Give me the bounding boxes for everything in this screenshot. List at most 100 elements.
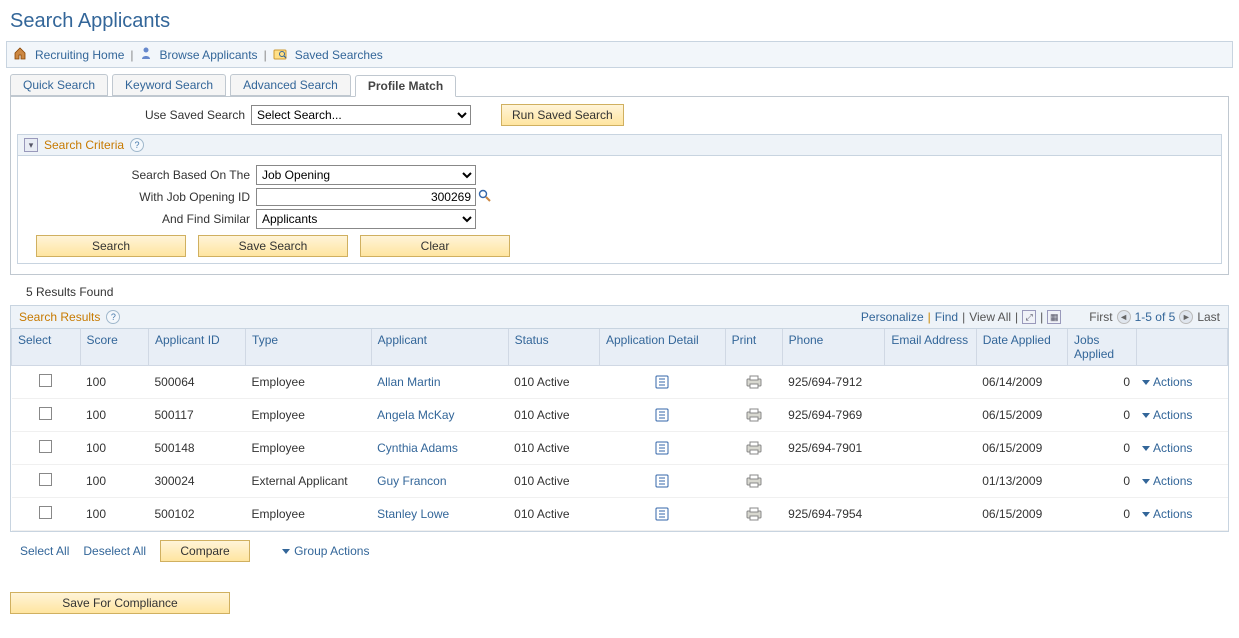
nav-recruiting-home[interactable]: Recruiting Home — [35, 48, 124, 62]
application-detail-icon[interactable] — [654, 440, 670, 454]
tab-keyword-search[interactable]: Keyword Search — [112, 74, 226, 96]
col-phone[interactable]: Phone — [782, 329, 885, 366]
col-applicant-id[interactable]: Applicant ID — [149, 329, 246, 366]
run-saved-search-button[interactable]: Run Saved Search — [501, 104, 624, 126]
application-detail-icon[interactable] — [654, 506, 670, 520]
print-icon[interactable] — [745, 440, 763, 454]
cell-status: 010 Active — [508, 366, 599, 399]
table-row: 100500102EmployeeStanley Lowe010 Active9… — [12, 498, 1228, 531]
col-select[interactable]: Select — [12, 329, 81, 366]
based-on-select[interactable]: Job Opening — [256, 165, 476, 185]
search-button[interactable]: Search — [36, 235, 186, 257]
tab-advanced-search[interactable]: Advanced Search — [230, 74, 351, 96]
nav-next-icon[interactable]: ► — [1179, 310, 1193, 324]
nav-bar: Recruiting Home | Browse Applicants | Sa… — [6, 41, 1233, 68]
cell-phone: 925/694-7912 — [782, 366, 885, 399]
row-checkbox[interactable] — [39, 407, 52, 420]
cell-applicant-name[interactable]: Guy Francon — [371, 465, 508, 498]
col-jobs-applied[interactable]: Jobs Applied — [1068, 329, 1137, 366]
cell-phone — [782, 465, 885, 498]
row-checkbox[interactable] — [39, 506, 52, 519]
col-score[interactable]: Score — [80, 329, 149, 366]
table-row: 100500148EmployeeCynthia Adams010 Active… — [12, 432, 1228, 465]
cell-status: 010 Active — [508, 465, 599, 498]
deselect-all-link[interactable]: Deselect All — [83, 544, 146, 558]
job-opening-id-input[interactable] — [256, 188, 476, 206]
row-actions-menu[interactable]: Actions — [1142, 375, 1221, 389]
row-actions-menu[interactable]: Actions — [1142, 507, 1221, 521]
row-checkbox[interactable] — [39, 374, 52, 387]
cell-date-applied: 06/14/2009 — [976, 366, 1067, 399]
zoom-icon[interactable]: ⤢ — [1022, 310, 1036, 324]
cell-type: External Applicant — [246, 465, 372, 498]
col-type[interactable]: Type — [246, 329, 372, 366]
tab-profile-match[interactable]: Profile Match — [355, 75, 456, 97]
col-email[interactable]: Email Address — [885, 329, 976, 366]
cell-jobs-applied: 0 — [1068, 432, 1137, 465]
save-for-compliance-button[interactable]: Save For Compliance — [10, 592, 230, 614]
view-all-link[interactable]: View All — [969, 310, 1011, 324]
cell-applicant-id: 500117 — [149, 399, 246, 432]
find-link[interactable]: Find — [935, 310, 958, 324]
caret-down-icon — [1142, 446, 1150, 451]
search-folder-icon — [273, 46, 287, 63]
nav-first-label[interactable]: First — [1089, 310, 1112, 324]
caret-down-icon — [1142, 512, 1150, 517]
cell-email — [885, 498, 976, 531]
personalize-link[interactable]: Personalize — [861, 310, 924, 324]
nav-separator: | — [130, 48, 133, 62]
cell-phone: 925/694-7954 — [782, 498, 885, 531]
application-detail-icon[interactable] — [654, 407, 670, 421]
col-applicant[interactable]: Applicant — [371, 329, 508, 366]
help-icon[interactable]: ? — [106, 310, 120, 324]
print-icon[interactable] — [745, 506, 763, 520]
cell-applicant-id: 500102 — [149, 498, 246, 531]
table-row: 100500117EmployeeAngela McKay010 Active9… — [12, 399, 1228, 432]
caret-down-icon — [1142, 380, 1150, 385]
save-search-button[interactable]: Save Search — [198, 235, 348, 257]
nav-saved-searches[interactable]: Saved Searches — [295, 48, 383, 62]
col-status[interactable]: Status — [508, 329, 599, 366]
application-detail-icon[interactable] — [654, 374, 670, 388]
row-checkbox[interactable] — [39, 473, 52, 486]
nav-prev-icon[interactable]: ◄ — [1117, 310, 1131, 324]
caret-down-icon — [1142, 413, 1150, 418]
application-detail-icon[interactable] — [654, 473, 670, 487]
row-checkbox[interactable] — [39, 440, 52, 453]
cell-jobs-applied: 0 — [1068, 498, 1137, 531]
row-actions-menu[interactable]: Actions — [1142, 408, 1221, 422]
cell-phone: 925/694-7901 — [782, 432, 885, 465]
cell-applicant-name[interactable]: Stanley Lowe — [371, 498, 508, 531]
group-actions-menu[interactable]: Group Actions — [282, 544, 369, 558]
download-icon[interactable]: ▦ — [1047, 310, 1061, 324]
nav-last-label[interactable]: Last — [1197, 310, 1220, 324]
select-all-link[interactable]: Select All — [20, 544, 69, 558]
cell-applicant-name[interactable]: Allan Martin — [371, 366, 508, 399]
compare-button[interactable]: Compare — [160, 540, 250, 562]
help-icon[interactable]: ? — [130, 138, 144, 152]
cell-date-applied: 06/15/2009 — [976, 498, 1067, 531]
results-grid: Search Results ? Personalize | Find | Vi… — [10, 305, 1229, 532]
cell-applicant-name[interactable]: Cynthia Adams — [371, 432, 508, 465]
print-icon[interactable] — [745, 407, 763, 421]
search-criteria-title: Search Criteria — [44, 138, 124, 152]
cell-type: Employee — [246, 432, 372, 465]
find-similar-select[interactable]: Applicants — [256, 209, 476, 229]
use-saved-search-select[interactable]: Select Search... — [251, 105, 471, 125]
clear-button[interactable]: Clear — [360, 235, 510, 257]
print-icon[interactable] — [745, 374, 763, 388]
col-print[interactable]: Print — [725, 329, 782, 366]
print-icon[interactable] — [745, 473, 763, 487]
col-app-detail[interactable]: Application Detail — [599, 329, 725, 366]
lookup-icon[interactable] — [478, 189, 492, 206]
nav-browse-applicants[interactable]: Browse Applicants — [160, 48, 258, 62]
col-actions — [1136, 329, 1227, 366]
cell-applicant-name[interactable]: Angela McKay — [371, 399, 508, 432]
person-icon — [140, 46, 152, 63]
col-date-applied[interactable]: Date Applied — [976, 329, 1067, 366]
table-row: 100300024External ApplicantGuy Francon01… — [12, 465, 1228, 498]
row-actions-menu[interactable]: Actions — [1142, 441, 1221, 455]
row-actions-menu[interactable]: Actions — [1142, 474, 1221, 488]
collapse-icon[interactable]: ▾ — [24, 138, 38, 152]
tab-quick-search[interactable]: Quick Search — [10, 74, 108, 96]
